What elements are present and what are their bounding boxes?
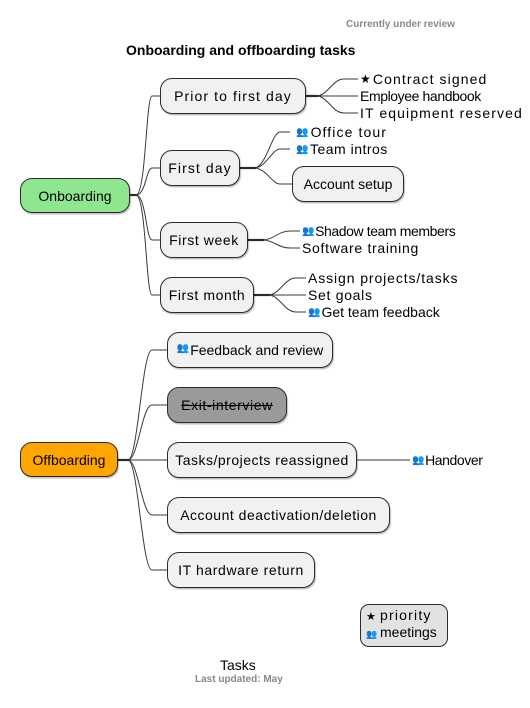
leaf-employee-handbook[interactable]: Employee handbook: [360, 88, 481, 104]
leaf-label: Team intros: [309, 141, 388, 157]
branch-label: First week: [169, 232, 239, 248]
onboarding-label: Onboarding: [38, 187, 112, 204]
leaf-label: Get team feedback: [321, 304, 440, 320]
branch-first-month[interactable]: First month: [160, 277, 254, 313]
branch-label: Prior to first day: [174, 88, 292, 104]
branch-first-day[interactable]: First day: [160, 150, 240, 186]
people-meetings-icon: 👥: [308, 307, 321, 318]
branch-exit-interview[interactable]: Exit-interview: [167, 387, 287, 423]
branch-feedback-and-review[interactable]: 👥 Feedback and review: [167, 332, 333, 368]
review-status-header: Currently under review: [346, 19, 455, 30]
edge-firstday-intros: [240, 148, 290, 169]
branch-label: Feedback and review: [190, 342, 324, 358]
branch-label: First day: [168, 160, 232, 176]
branch-prior-to-first-day[interactable]: Prior to first day: [160, 78, 306, 114]
edge-prior-contract: [306, 78, 358, 97]
branch-label: Account deactivation/deletion: [180, 507, 377, 523]
node-label: Account setup: [303, 176, 393, 192]
people-meetings-icon: 👥: [176, 342, 190, 354]
edge-onboarding-prior: [130, 95, 160, 196]
offboarding-root-node[interactable]: Offboarding: [20, 442, 118, 477]
legend-box: ★ priority 👥 meetings: [360, 604, 448, 647]
leaf-contract-signed[interactable]: ★Contract signed: [360, 71, 487, 88]
edge-firstweek-software: [248, 239, 300, 249]
legend-label: priority: [380, 607, 432, 623]
branch-account-deactivation-deletion[interactable]: Account deactivation/deletion: [167, 497, 390, 533]
legend-item-meetings: 👥 meetings: [366, 625, 442, 642]
star-priority-icon: ★: [360, 72, 372, 86]
branch-label: IT hardware return: [178, 562, 304, 578]
people-meetings-icon: 👥: [296, 144, 309, 155]
edge-onboarding-firstmonth: [130, 194, 160, 296]
branch-it-hardware-return[interactable]: IT hardware return: [167, 552, 315, 588]
diagram-caption: Tasks: [220, 657, 256, 673]
edge-offboarding-account: [118, 459, 167, 516]
branch-label: Tasks/projects reassigned: [175, 452, 349, 468]
branch-label: Exit-interview: [181, 397, 273, 413]
leaf-set-goals[interactable]: Set goals: [308, 287, 373, 303]
edge-offboarding-exit: [118, 404, 167, 461]
people-meetings-icon: 👥: [302, 226, 315, 237]
people-meetings-icon: 👥: [366, 629, 378, 639]
legend-label: meetings: [380, 624, 437, 640]
onboarding-root-node[interactable]: Onboarding: [20, 178, 130, 213]
people-meetings-icon: 👥: [296, 127, 310, 138]
branch-tasks-projects-reassigned[interactable]: Tasks/projects reassigned: [167, 442, 357, 478]
people-meetings-icon: 👥: [412, 455, 425, 466]
diagram-title: Onboarding and offboarding tasks: [126, 42, 356, 58]
edge-onboarding-firstweek: [130, 194, 160, 241]
edge-prior-it: [306, 95, 358, 114]
leaf-team-intros[interactable]: 👥Team intros: [296, 141, 388, 160]
edge-firstweek-shadow: [248, 230, 300, 241]
leaf-label: Contract signed: [372, 71, 488, 87]
leaf-it-equipment-reserved[interactable]: IT equipment reserved: [360, 105, 523, 121]
leaf-label: Handover: [425, 452, 483, 468]
last-updated-footer: Last updated: May: [195, 674, 283, 685]
star-priority-icon: ★: [366, 611, 376, 623]
offboarding-label: Offboarding: [32, 451, 106, 468]
branch-first-week[interactable]: First week: [160, 222, 248, 258]
edge-firstmonth-feedback: [254, 294, 306, 313]
node-account-setup[interactable]: Account setup: [292, 166, 404, 202]
legend-item-priority: ★ priority: [366, 608, 442, 625]
edge-firstday-account: [240, 167, 292, 185]
leaf-software-training[interactable]: Software training: [302, 240, 419, 256]
leaf-label: Shadow team members: [315, 223, 456, 239]
edge-firstmonth-assign: [254, 277, 306, 296]
leaf-get-team-feedback[interactable]: 👥Get team feedback: [308, 304, 440, 323]
branch-label: First month: [168, 287, 246, 303]
leaf-assign-projects-tasks[interactable]: Assign projects/tasks: [308, 270, 458, 286]
leaf-handover[interactable]: 👥Handover: [412, 452, 483, 471]
leaf-label: Office tour: [310, 124, 387, 140]
edge-onboarding-firstday: [130, 167, 160, 196]
